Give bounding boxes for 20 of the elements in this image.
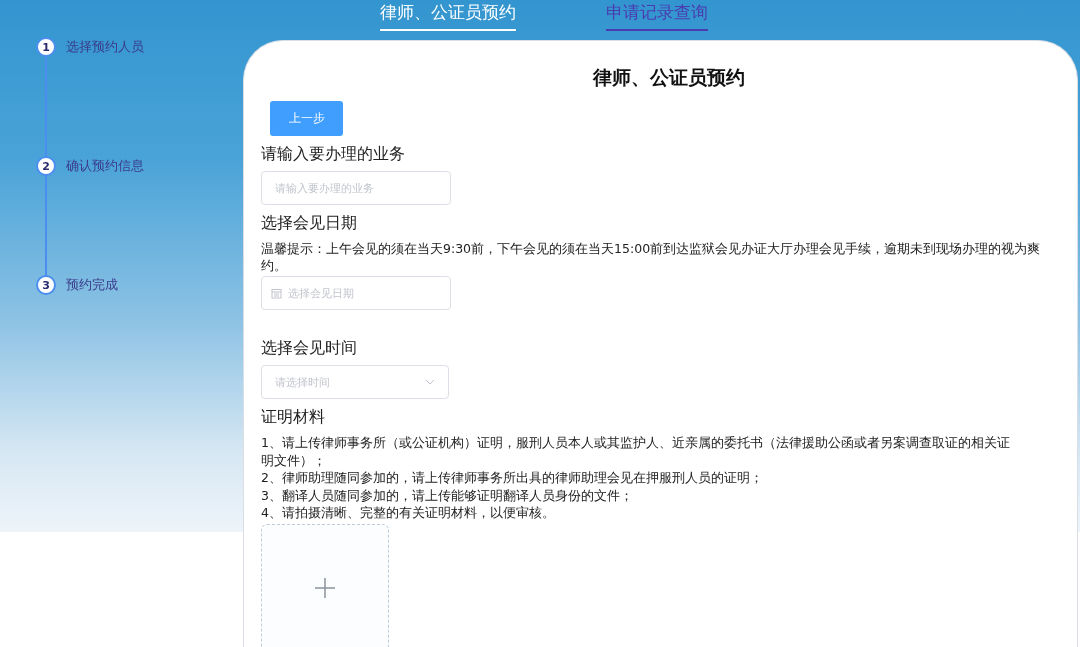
nav-tab[interactable]: 律师、公证员预约 bbox=[380, 0, 516, 31]
calendar-icon bbox=[271, 287, 282, 299]
material-note: 4、请拍摄清晰、完整的有关证明材料，以便审核。 bbox=[261, 504, 556, 522]
plus-icon bbox=[314, 576, 336, 599]
field-label: 选择会见日期 bbox=[261, 213, 358, 234]
field-label: 请输入要办理的业务 bbox=[261, 144, 406, 165]
material-note: 2、律师助理随同参加的，请上传律师事务所出具的律师助理会见在押服刑人员的证明； bbox=[261, 469, 764, 487]
hint-text: 温馨提示：上午会见的须在当天9:30前，下午会见的须在当天15:00前到达监狱会见办证大厅办理会见手续，逾期未到现场办理的视为爽约。 bbox=[261, 240, 1042, 274]
field-label: 证明材料 bbox=[261, 407, 326, 428]
upload-button[interactable] bbox=[261, 523, 389, 647]
chevron-down-icon bbox=[425, 379, 435, 385]
material-note: 3、翻译人员随同参加的，请上传能够证明翻译人员身份的文件； bbox=[261, 486, 634, 504]
form-title: 律师、公证员预约 bbox=[591, 65, 746, 90]
back-button[interactable]: 上一步 bbox=[270, 101, 343, 136]
nav-tab[interactable]: 申请记录查询 bbox=[606, 0, 708, 31]
field-label: 选择会见时间 bbox=[261, 338, 358, 359]
step-label: 选择预约人员 bbox=[66, 38, 144, 56]
step-label: 确认预约信息 bbox=[66, 157, 144, 175]
material-note: 1、请上传律师事务所（或公证机构）证明，服刑人员本人或其监护人、近亲属的委托书（法律援助公函或者另案调查取证的相关证明文件）； bbox=[261, 434, 1011, 469]
step-label: 预约完成 bbox=[66, 276, 118, 294]
